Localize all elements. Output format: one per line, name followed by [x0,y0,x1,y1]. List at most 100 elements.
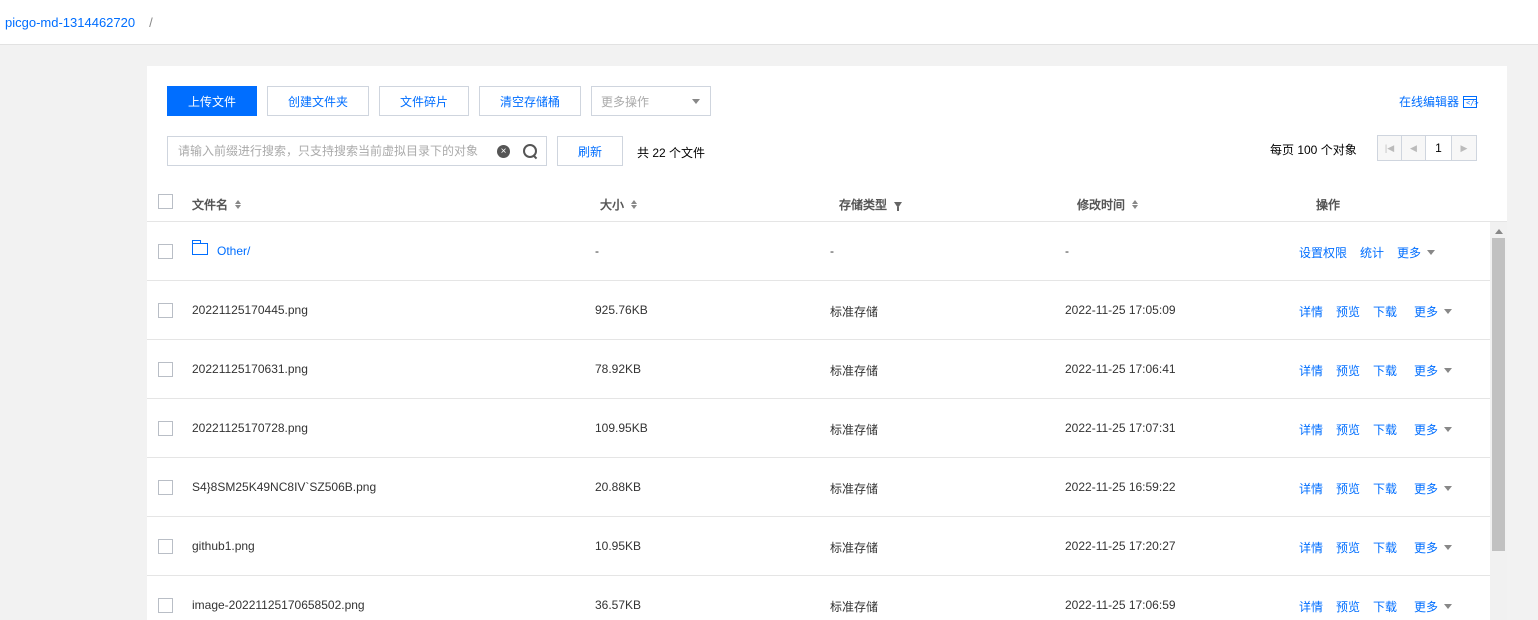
chevron-down-icon[interactable] [1427,250,1436,255]
column-modified-header[interactable]: 修改时间 [1077,196,1139,213]
preview-link[interactable]: 预览 [1336,598,1360,615]
cell-storage-type: 标准存储 [830,305,879,319]
upload-file-button[interactable]: 上传文件 [167,86,257,116]
chevron-down-icon[interactable] [1444,368,1453,373]
cell-modified: 2022-11-25 17:20:27 [1065,539,1176,553]
row-checkbox[interactable] [158,480,173,495]
more-link[interactable]: 更多 [1414,362,1438,379]
prev-page-icon[interactable]: ◀ [1402,136,1426,160]
preview-link[interactable]: 预览 [1336,303,1360,320]
select-all-checkbox[interactable] [158,194,173,209]
cell-size: - [595,244,599,258]
column-storage-type-header[interactable]: 存储类型 [839,196,903,213]
more-link[interactable]: 更多 [1414,421,1438,438]
download-link[interactable]: 下载 [1373,480,1397,497]
file-count: 共 22 个文件 [637,146,706,160]
more-link[interactable]: 更多 [1414,480,1438,497]
filter-icon[interactable] [894,201,903,211]
table-row: 20221125170631.png 78.92KB 标准存储 2022-11-… [147,340,1490,399]
cell-size: 925.76KB [595,303,648,317]
more-link[interactable]: 更多 [1414,539,1438,556]
cell-size: 20.88KB [595,480,642,494]
cell-storage-type: 标准存储 [830,600,879,614]
cell-storage-type: 标准存储 [830,364,879,378]
scroll-up-icon[interactable] [1495,229,1503,234]
scrollbar-thumb[interactable] [1492,238,1505,551]
column-size-header[interactable]: 大小 [600,196,638,213]
row-checkbox[interactable] [158,598,173,613]
chevron-down-icon[interactable] [1444,545,1453,550]
current-page[interactable]: 1 [1426,136,1452,160]
clear-icon[interactable]: × [497,145,510,158]
breadcrumb: picgo-md-1314462720 / [0,0,1538,45]
column-modified-label: 修改时间 [1077,198,1126,212]
preview-link[interactable]: 预览 [1336,480,1360,497]
cell-storage-type: 标准存储 [830,423,879,437]
row-checkbox[interactable] [158,362,173,377]
breadcrumb-bucket-link[interactable]: picgo-md-1314462720 [5,15,135,30]
cell-size: 109.95KB [595,421,648,435]
clear-bucket-button[interactable]: 清空存储桶 [479,86,581,116]
refresh-button[interactable]: 刷新 [557,136,623,166]
details-link[interactable]: 详情 [1299,303,1323,320]
table-row: 20221125170728.png 109.95KB 标准存储 2022-11… [147,399,1490,458]
online-editor-link[interactable]: 在线编辑器 </> [1399,93,1479,110]
column-name-label: 文件名 [192,198,229,212]
download-link[interactable]: 下载 [1373,421,1397,438]
sort-icon[interactable] [235,200,242,209]
cell-file-name: 20221125170728.png [192,421,308,435]
folder-link[interactable]: Other/ [191,240,251,258]
first-page-icon[interactable]: |◀ [1378,136,1402,160]
more-link[interactable]: 更多 [1414,598,1438,615]
table-header: 文件名 大小 存储类型 修改时间 操作 [147,184,1507,222]
cell-file-name: image-20221125170658502.png [192,598,365,612]
search-input[interactable] [178,144,488,158]
more-link[interactable]: 更多 [1414,303,1438,320]
row-checkbox[interactable] [158,421,173,436]
row-actions: 详情 预览 下载 更多 [1299,539,1453,556]
chevron-down-icon[interactable] [1444,486,1453,491]
search-icon[interactable] [523,144,538,159]
more-operations-placeholder: 更多操作 [601,94,650,109]
row-checkbox[interactable] [158,303,173,318]
next-page-icon[interactable]: ▶ [1452,136,1476,160]
chevron-down-icon[interactable] [1444,309,1453,314]
cell-storage-type: 标准存储 [830,482,879,496]
details-link[interactable]: 详情 [1299,598,1323,615]
sort-icon[interactable] [631,200,638,209]
column-storage-type-label: 存储类型 [839,198,888,212]
table-scrollbar[interactable] [1490,222,1507,620]
file-list-panel: 上传文件 创建文件夹 文件碎片 清空存储桶 更多操作 在线编辑器 </> × 刷… [147,66,1507,620]
preview-link[interactable]: 预览 [1336,539,1360,556]
chevron-down-icon[interactable] [1444,427,1453,432]
more-operations-select[interactable]: 更多操作 [591,86,711,116]
row-checkbox[interactable] [158,539,173,554]
create-folder-button[interactable]: 创建文件夹 [267,86,369,116]
chevron-down-icon[interactable] [1444,604,1453,609]
download-link[interactable]: 下载 [1373,539,1397,556]
row-checkbox[interactable] [158,244,173,259]
table-row: image-20221125170658502.png 36.57KB 标准存储… [147,576,1490,620]
cell-modified: 2022-11-25 17:06:59 [1065,598,1176,612]
download-link[interactable]: 下载 [1373,598,1397,615]
file-fragments-button[interactable]: 文件碎片 [379,86,469,116]
set-permission-link[interactable]: 设置权限 [1299,244,1347,261]
search-box: × [167,136,547,166]
column-name-header[interactable]: 文件名 [192,196,242,213]
details-link[interactable]: 详情 [1299,480,1323,497]
folder-name: Other/ [217,244,251,258]
download-link[interactable]: 下载 [1373,362,1397,379]
folder-icon [191,240,208,255]
more-link[interactable]: 更多 [1397,244,1421,261]
row-actions: 详情 预览 下载 更多 [1299,480,1453,497]
cell-modified: - [1065,244,1069,258]
details-link[interactable]: 详情 [1299,362,1323,379]
preview-link[interactable]: 预览 [1336,362,1360,379]
download-link[interactable]: 下载 [1373,303,1397,320]
details-link[interactable]: 详情 [1299,539,1323,556]
preview-link[interactable]: 预览 [1336,421,1360,438]
statistics-link[interactable]: 统计 [1360,244,1384,261]
sort-icon[interactable] [1132,200,1139,209]
details-link[interactable]: 详情 [1299,421,1323,438]
cell-modified: 2022-11-25 17:07:31 [1065,421,1176,435]
